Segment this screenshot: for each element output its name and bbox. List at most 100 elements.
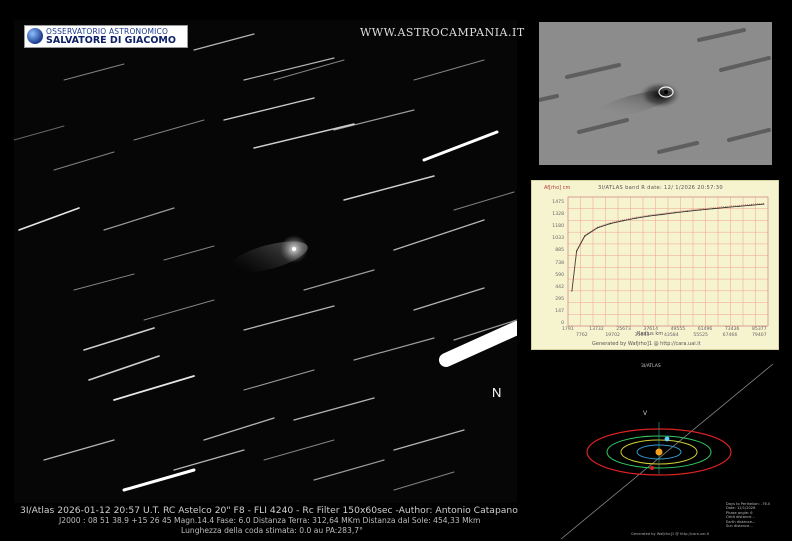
star-trail — [163, 245, 215, 261]
x-tick-label: 73436 — [724, 327, 740, 332]
x-tick-label: 1791 — [562, 327, 574, 332]
svg-text:V: V — [643, 410, 648, 417]
logo-line-2: SALVATORE DI GIACOMO — [46, 35, 176, 46]
data-point — [576, 250, 578, 252]
star-trail — [243, 369, 315, 391]
star-trail — [53, 151, 115, 171]
x-tick-label: 25673 — [616, 327, 631, 332]
star-trail — [223, 97, 315, 121]
globe-icon — [27, 28, 43, 44]
north-marker: N — [492, 385, 502, 400]
x-tick-label: 85377 — [752, 327, 767, 332]
comet-nucleus — [292, 247, 296, 251]
y-tick-label: 1328 — [552, 212, 564, 218]
y-tick-label: 738 — [555, 260, 564, 266]
x-tick-label: 67466 — [722, 333, 738, 338]
y-tick-label: 295 — [555, 296, 564, 302]
star-trail — [413, 287, 485, 311]
earth-marker — [664, 436, 670, 442]
y-tick-label: 0 — [561, 321, 564, 326]
star-trail — [393, 219, 485, 251]
star-trail — [393, 471, 455, 491]
x-tick-label: 19702 — [605, 333, 620, 338]
data-point — [622, 220, 624, 222]
star-trail — [263, 439, 335, 461]
x-tick-label: 7762 — [576, 333, 588, 338]
star-trail — [122, 468, 196, 492]
data-point — [738, 205, 740, 207]
star-trail — [63, 63, 125, 81]
star-trail — [173, 449, 245, 471]
data-point — [712, 208, 714, 210]
data-point — [584, 235, 586, 237]
data-point — [648, 215, 650, 217]
sun-icon — [655, 448, 663, 456]
star-field — [14, 33, 517, 492]
caption-tail: Lunghezza della coda stimata: 0.0 au PA:… — [181, 526, 363, 535]
data-point — [609, 223, 611, 225]
chart-plot — [567, 196, 769, 327]
site-url[interactable]: WWW.ASTROCAMPANIA.IT — [360, 26, 525, 39]
star-trail — [83, 327, 155, 351]
data-point — [686, 210, 689, 212]
star-trail — [143, 299, 215, 321]
data-point — [725, 206, 727, 209]
data-point — [699, 209, 701, 211]
chart-footer: Generated by Wafjrho]1 @ http://cara.uai… — [592, 341, 701, 347]
star-trail — [313, 459, 385, 481]
x-tick-label: 79407 — [752, 333, 767, 338]
x-tick-label: 55525 — [693, 333, 708, 338]
star-trail — [73, 273, 135, 291]
mars-marker — [650, 466, 654, 470]
data-point — [673, 212, 676, 214]
y-tick-label: 442 — [555, 284, 564, 290]
data-point — [661, 213, 663, 216]
star-trail — [343, 175, 435, 201]
caption-coords: J2000 : 08 51 38.9 +15 26 45 Magn.14.4 F… — [59, 516, 481, 525]
star-trail — [18, 207, 80, 231]
x-tick-label: 43584 — [664, 333, 679, 338]
star-trail — [113, 375, 195, 401]
star-trail — [43, 439, 115, 461]
y-tick-label: 885 — [555, 248, 564, 254]
star-trail — [333, 109, 415, 131]
star-trail — [303, 269, 375, 291]
x-tick-label: 49555 — [670, 327, 686, 332]
star-trail — [293, 397, 375, 421]
chart-x-label: Radius km — [637, 331, 664, 337]
orbit-credit: Generated by Wafjrho]1 @ http://cara.uai… — [631, 532, 710, 536]
star-trail — [253, 123, 355, 149]
star-trail — [413, 59, 485, 81]
star-trail — [393, 429, 465, 451]
data-point — [571, 290, 573, 292]
star-trail — [353, 337, 435, 361]
data-point — [763, 203, 765, 205]
afrho-profile-chart: Af[rho] cm 3I/ATLAS band R date: 12/ 1/2… — [531, 180, 779, 350]
y-tick-label: 590 — [555, 272, 564, 278]
star-trail — [103, 207, 175, 231]
x-tick-label: 61496 — [697, 327, 713, 332]
star-trail — [422, 130, 499, 162]
bright-star-trail — [439, 321, 517, 367]
y-tick-label: 147 — [555, 308, 564, 314]
y-tick-label: 1475 — [552, 200, 564, 205]
star-trail — [14, 125, 65, 141]
star-trail — [453, 191, 515, 211]
x-tick-label: 13732 — [589, 327, 604, 332]
orbit-diagram: 3I/ATLAS V Days to Perihelion: -76.0 Dat… — [531, 362, 777, 539]
y-tick-label: 1033 — [552, 236, 564, 242]
data-point — [751, 204, 753, 206]
main-astro-image — [14, 20, 517, 503]
data-point — [596, 227, 599, 229]
star-trail — [243, 57, 335, 81]
star-trail — [133, 119, 205, 141]
star-trail — [203, 417, 275, 441]
data-point — [635, 217, 637, 219]
caption-title: 3I/Atlas 2026-01-12 20:57 U.T. RC Astelc… — [20, 505, 518, 516]
y-tick-label: 1180 — [552, 224, 564, 230]
observatory-logo[interactable]: OSSERVATORIO ASTRONOMICO SALVATORE DI GI… — [24, 25, 188, 48]
star-trail — [88, 355, 160, 381]
star-trail — [193, 33, 255, 51]
star-trail — [243, 305, 335, 331]
comet-zoom-inset — [539, 22, 772, 165]
